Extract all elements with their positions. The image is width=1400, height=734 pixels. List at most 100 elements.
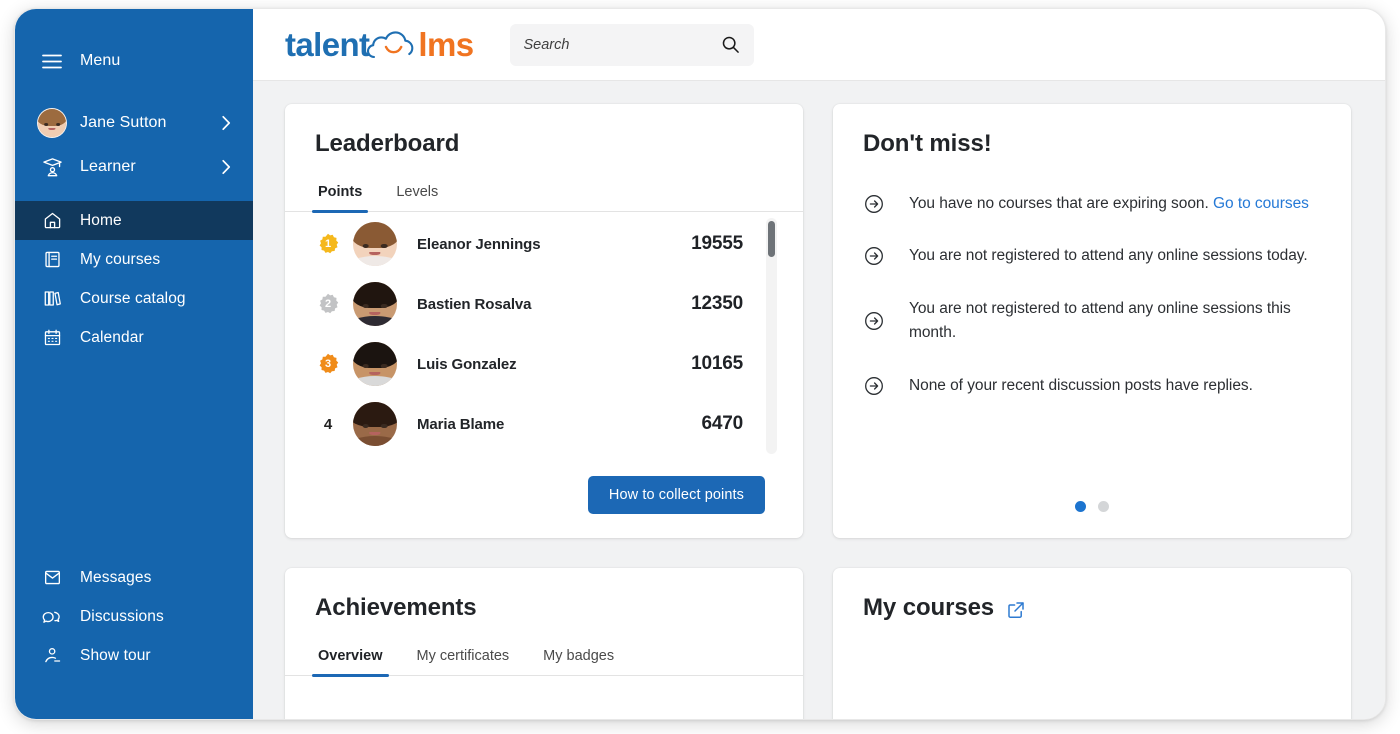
logo-text-talent: talent bbox=[285, 26, 369, 64]
leaderboard-title: Leaderboard bbox=[285, 104, 803, 158]
carousel-dot-1[interactable] bbox=[1075, 501, 1086, 512]
dont-miss-card: Don't miss! You have no courses that are bbox=[833, 104, 1351, 538]
tab-levels[interactable]: Levels bbox=[393, 184, 441, 211]
carousel-dot-2[interactable] bbox=[1098, 501, 1109, 512]
arrow-circle-right-icon bbox=[863, 375, 885, 397]
my-courses-header: My courses bbox=[833, 568, 1351, 622]
achievements-card: Achievements Overview My certificates My… bbox=[285, 568, 803, 719]
rank-badge: 2 bbox=[315, 293, 341, 315]
top-bar: talent lms bbox=[253, 9, 1385, 81]
scrollbar-thumb[interactable] bbox=[768, 221, 775, 257]
sidebar-item-label: Home bbox=[80, 212, 122, 230]
leaderboard-points: 6470 bbox=[702, 413, 743, 435]
leaderboard-footer: How to collect points bbox=[285, 466, 803, 538]
external-link-icon[interactable] bbox=[1006, 600, 1026, 620]
leaderboard-list: 1 Eleanor Jennings 19555 bbox=[285, 212, 803, 466]
sidebar-item-label: Course catalog bbox=[80, 290, 186, 308]
scrollbar[interactable] bbox=[766, 218, 777, 454]
leaderboard-name: Maria Blame bbox=[417, 416, 702, 433]
gold-medal-icon: 1 bbox=[317, 233, 339, 255]
tab-my-badges[interactable]: My badges bbox=[540, 648, 617, 675]
dashboard-content: Leaderboard Points Levels bbox=[253, 81, 1385, 719]
hamburger-icon bbox=[41, 50, 63, 72]
sidebar-bottom-nav: Messages Discussions bbox=[15, 558, 253, 719]
arrow-circle-right-icon bbox=[863, 310, 885, 332]
table-row[interactable]: 3 Luis Gonzalez 10165 bbox=[285, 334, 803, 394]
book-icon bbox=[41, 249, 63, 271]
list-item: None of your recent discussion posts hav… bbox=[863, 374, 1311, 398]
leaderboard-name: Eleanor Jennings bbox=[417, 236, 691, 253]
list-item-text: None of your recent discussion posts hav… bbox=[909, 374, 1253, 398]
chevron-right-icon bbox=[222, 160, 231, 175]
dont-miss-list: You have no courses that are expiring so… bbox=[833, 158, 1351, 501]
bronze-medal-icon: 3 bbox=[317, 353, 339, 375]
table-row[interactable]: 1 Eleanor Jennings 19555 bbox=[285, 214, 803, 274]
person-tour-icon bbox=[41, 645, 63, 667]
menu-label: Menu bbox=[80, 52, 120, 70]
rank-number: 3 bbox=[325, 359, 331, 370]
arrow-circle-right-icon bbox=[863, 245, 885, 267]
search-icon[interactable] bbox=[721, 35, 740, 54]
leaderboard-name: Luis Gonzalez bbox=[417, 356, 691, 373]
sidebar-item-messages[interactable]: Messages bbox=[15, 558, 253, 597]
rank-number: 4 bbox=[315, 416, 341, 433]
how-to-collect-points-button[interactable]: How to collect points bbox=[588, 476, 765, 514]
carousel-dots bbox=[833, 501, 1351, 538]
sidebar-item-discussions[interactable]: Discussions bbox=[15, 597, 253, 636]
rank-badge: 1 bbox=[315, 233, 341, 255]
sidebar-item-label: My courses bbox=[80, 251, 160, 269]
avatar bbox=[37, 108, 67, 138]
my-courses-title: My courses bbox=[863, 594, 994, 622]
graduation-cap-icon bbox=[41, 156, 63, 178]
search-input[interactable] bbox=[524, 37, 713, 53]
sidebar-role-switcher[interactable]: Learner bbox=[15, 145, 253, 189]
list-item-text: You have no courses that are expiring so… bbox=[909, 192, 1309, 216]
arrow-circle-right-icon bbox=[863, 193, 885, 215]
app-window: Menu Jane Sutton bbox=[14, 8, 1386, 720]
notice-text: You have no courses that are expiring so… bbox=[909, 195, 1213, 212]
tab-my-certificates[interactable]: My certificates bbox=[414, 648, 513, 675]
tab-overview[interactable]: Overview bbox=[315, 648, 386, 675]
achievements-title: Achievements bbox=[285, 568, 803, 622]
achievements-tabs: Overview My certificates My badges bbox=[285, 648, 803, 676]
sidebar-item-course-catalog[interactable]: Course catalog bbox=[15, 279, 253, 318]
list-item: You are not registered to attend any onl… bbox=[863, 297, 1311, 346]
chevron-right-icon bbox=[222, 116, 231, 131]
list-item-text: You are not registered to attend any onl… bbox=[909, 244, 1308, 268]
rank-number: 1 bbox=[325, 239, 331, 250]
menu-toggle[interactable]: Menu bbox=[15, 39, 253, 83]
leaderboard-name: Bastien Rosalva bbox=[417, 296, 691, 313]
sidebar-spacer bbox=[15, 357, 253, 558]
home-icon bbox=[41, 210, 63, 232]
rank-badge: 3 bbox=[315, 353, 341, 375]
logo-text-lms: lms bbox=[418, 26, 473, 64]
avatar bbox=[353, 342, 397, 386]
sidebar-item-label: Messages bbox=[80, 569, 151, 587]
list-item: You have no courses that are expiring so… bbox=[863, 192, 1311, 216]
leaderboard-tabs: Points Levels bbox=[285, 184, 803, 212]
leaderboard-points: 10165 bbox=[691, 353, 743, 375]
list-item: You are not registered to attend any onl… bbox=[863, 244, 1311, 268]
avatar bbox=[353, 402, 397, 446]
envelope-icon bbox=[41, 567, 63, 589]
widget-grid: Leaderboard Points Levels bbox=[285, 104, 1351, 719]
search-box[interactable] bbox=[510, 24, 754, 66]
sidebar: Menu Jane Sutton bbox=[15, 9, 253, 719]
library-icon bbox=[41, 288, 63, 310]
calendar-icon bbox=[41, 327, 63, 349]
talentlms-logo[interactable]: talent lms bbox=[285, 25, 474, 65]
sidebar-item-calendar[interactable]: Calendar bbox=[15, 318, 253, 357]
go-to-courses-link[interactable]: Go to courses bbox=[1213, 195, 1309, 212]
table-row[interactable]: 4 Maria Blame 6470 bbox=[285, 394, 803, 454]
sidebar-item-show-tour[interactable]: Show tour bbox=[15, 636, 253, 675]
table-row[interactable]: 2 Bastien Rosalva 12350 bbox=[285, 274, 803, 334]
silver-medal-icon: 2 bbox=[317, 293, 339, 315]
leaderboard-points: 12350 bbox=[691, 293, 743, 315]
sidebar-item-my-courses[interactable]: My courses bbox=[15, 240, 253, 279]
avatar bbox=[353, 282, 397, 326]
dont-miss-title: Don't miss! bbox=[833, 104, 1351, 158]
sidebar-profile[interactable]: Jane Sutton bbox=[15, 101, 253, 145]
tab-points[interactable]: Points bbox=[315, 184, 365, 211]
sidebar-item-home[interactable]: Home bbox=[15, 201, 253, 240]
leaderboard-card: Leaderboard Points Levels bbox=[285, 104, 803, 538]
